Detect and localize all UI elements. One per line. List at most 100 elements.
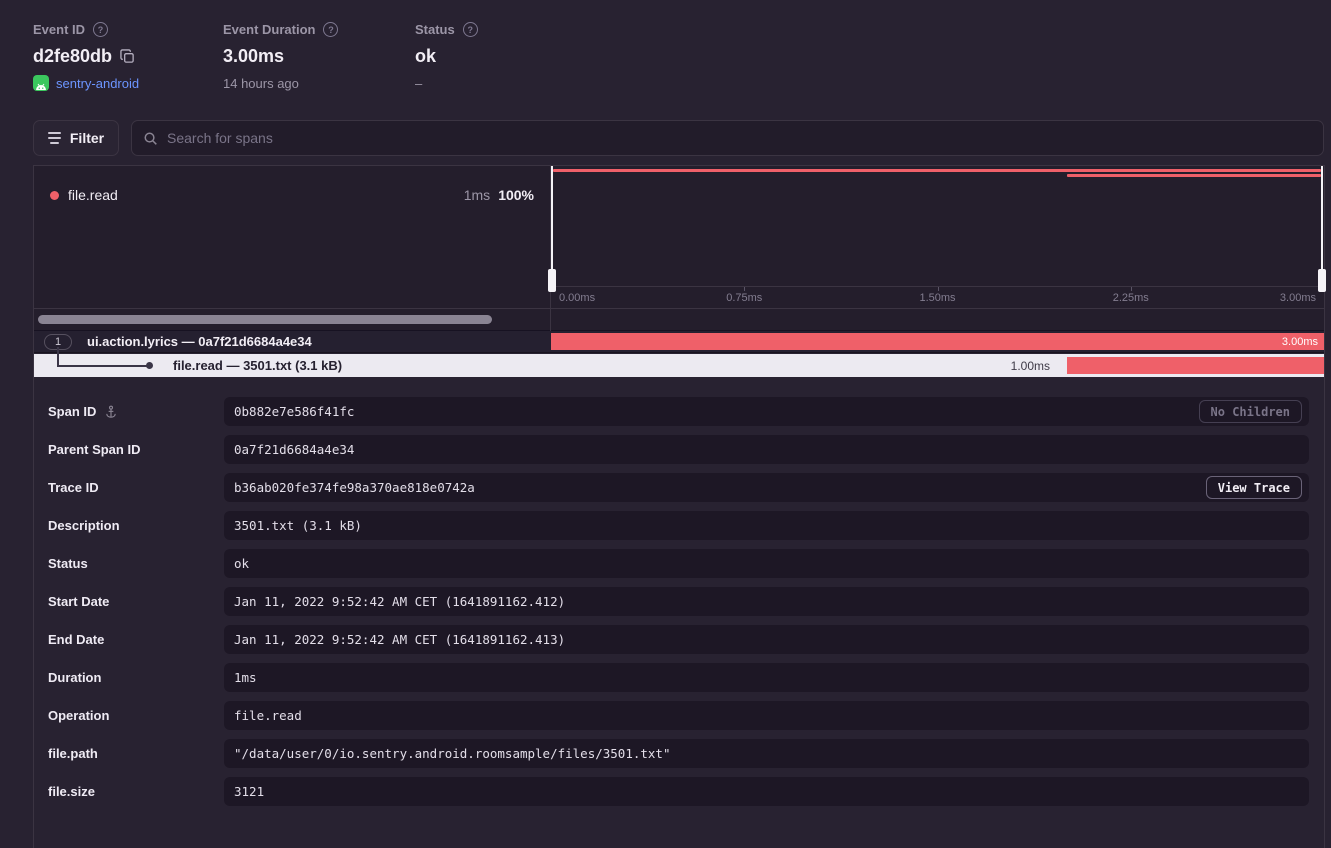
detail-label: Trace ID — [48, 473, 99, 502]
detail-row-parent-span-id: Parent Span ID 0a7f21d6684a4e34 — [34, 435, 1324, 464]
detail-label: file.path — [48, 739, 98, 768]
android-platform-icon — [33, 75, 49, 91]
help-icon[interactable]: ? — [323, 22, 338, 37]
anchor-icon[interactable] — [104, 405, 118, 419]
span-row-parent[interactable]: 1 ui.action.lyrics — 0a7f21d6684a4e34 3.… — [34, 331, 1324, 353]
event-duration-value: 3.00ms — [223, 46, 338, 67]
axis-tick-label: 0.00ms — [559, 292, 595, 304]
detail-row-start-date: Start Date Jan 11, 2022 9:52:42 AM CET (… — [34, 587, 1324, 616]
span-row-selected[interactable]: file.read — 3501.txt (3.1 kB) 1.00ms — [34, 354, 1324, 377]
help-icon[interactable]: ? — [463, 22, 478, 37]
detail-label: file.size — [48, 777, 95, 806]
minimap-right-handle[interactable] — [1321, 166, 1323, 292]
event-duration-label-row: Event Duration ? — [223, 22, 338, 37]
span-title: file.read — 3501.txt (3.1 kB) — [173, 354, 342, 377]
detail-label: Description — [48, 511, 120, 540]
event-duration-column: Event Duration ? 3.00ms 14 hours ago — [223, 22, 338, 91]
help-icon[interactable]: ? — [93, 22, 108, 37]
axis-tickmark — [1131, 287, 1132, 291]
event-id-label-row: Event ID ? — [33, 22, 139, 37]
minimap-right-grip[interactable] — [1318, 269, 1326, 292]
detail-value[interactable]: 0a7f21d6684a4e34 — [224, 435, 1309, 464]
detail-label: Parent Span ID — [48, 435, 140, 464]
tree-connector — [57, 365, 149, 367]
event-duration-ago: 14 hours ago — [223, 76, 338, 91]
detail-value[interactable]: Jan 11, 2022 9:52:42 AM CET (1641891162.… — [224, 587, 1309, 616]
detail-label: Duration — [48, 663, 101, 692]
detail-value[interactable]: file.read — [224, 701, 1309, 730]
span-duration-bar[interactable]: 3.00ms — [551, 333, 1324, 350]
filter-icon — [48, 132, 61, 144]
detail-row-span-id: Span ID 0b882e7e586f41fc No Children — [34, 397, 1324, 426]
span-title: ui.action.lyrics — 0a7f21d6684a4e34 — [87, 334, 312, 349]
detail-row-description: Description 3501.txt (3.1 kB) — [34, 511, 1324, 540]
detail-row-file-path: file.path "/data/user/0/io.sentry.androi… — [34, 739, 1324, 768]
detail-label: Span ID — [48, 404, 96, 419]
project-link[interactable]: sentry-android — [56, 76, 139, 91]
detail-label: Operation — [48, 701, 109, 730]
ops-legend-row[interactable]: file.read 1ms 100% — [34, 166, 550, 203]
minimap-span-bar — [1067, 174, 1321, 177]
detail-label: Start Date — [48, 587, 109, 616]
detail-value[interactable]: 3501.txt (3.1 kB) — [224, 511, 1309, 540]
detail-value[interactable]: "/data/user/0/io.sentry.android.roomsamp… — [224, 739, 1309, 768]
detail-value[interactable]: 1ms — [224, 663, 1309, 692]
detail-row-trace-id: Trace ID b36ab020fe374fe98a370ae818e0742… — [34, 473, 1324, 502]
axis-tick-label: 3.00ms — [1280, 292, 1316, 304]
axis-tick-label: 2.25ms — [1113, 292, 1149, 304]
op-color-dot — [50, 191, 59, 200]
search-input[interactable] — [167, 130, 1312, 146]
status-value: ok — [415, 46, 478, 67]
tree-connector — [57, 347, 59, 365]
detail-value[interactable]: b36ab020fe374fe98a370ae818e0742a View Tr… — [224, 473, 1309, 502]
axis-tickmark — [744, 287, 745, 291]
detail-row-end-date: End Date Jan 11, 2022 9:52:42 AM CET (16… — [34, 625, 1324, 654]
view-trace-button[interactable]: View Trace — [1206, 476, 1302, 499]
op-duration: 1ms — [464, 187, 490, 203]
op-name: file.read — [68, 187, 118, 203]
span-details-panel: Span ID 0b882e7e586f41fc No Children Par… — [34, 377, 1324, 848]
filter-button-label: Filter — [70, 130, 104, 146]
span-duration-label: 1.00ms — [551, 354, 1058, 377]
search-icon — [143, 131, 158, 146]
tree-node-dot — [146, 362, 153, 369]
status-column: Status ? ok – — [415, 22, 478, 91]
trace-minimap[interactable] — [551, 166, 1324, 286]
tree-scroll-row — [34, 308, 1324, 331]
detail-value[interactable]: 3121 — [224, 777, 1309, 806]
detail-row-operation: Operation file.read — [34, 701, 1324, 730]
ops-breakdown-panel: file.read 1ms 100% — [34, 166, 550, 308]
no-children-button[interactable]: No Children — [1199, 400, 1302, 423]
detail-row-file-size: file.size 3121 — [34, 777, 1324, 806]
event-id-value: d2fe80db — [33, 46, 112, 67]
op-stats: 1ms 100% — [464, 187, 534, 203]
minimap-left-handle[interactable] — [551, 166, 553, 292]
filter-button[interactable]: Filter — [33, 120, 119, 156]
axis-tick-label: 0.75ms — [726, 292, 762, 304]
detail-label: End Date — [48, 625, 104, 654]
detail-label: Status — [48, 549, 88, 578]
detail-row-duration: Duration 1ms — [34, 663, 1324, 692]
toolbar: Filter — [33, 120, 1324, 156]
span-row-left: 1 ui.action.lyrics — 0a7f21d6684a4e34 — [34, 331, 312, 352]
copy-icon[interactable] — [120, 49, 135, 64]
axis-tick-label: 1.50ms — [919, 292, 955, 304]
event-id-value-row: d2fe80db — [33, 46, 139, 67]
time-axis: 0.00ms 0.75ms 1.50ms 2.25ms 3.00ms — [551, 286, 1324, 308]
status-label: Status — [415, 22, 455, 37]
detail-value[interactable]: Jan 11, 2022 9:52:42 AM CET (1641891162.… — [224, 625, 1309, 654]
minimap-left-grip[interactable] — [548, 269, 556, 292]
minimap-span-bar — [553, 169, 1321, 172]
span-search[interactable] — [131, 120, 1324, 156]
op-percent: 100% — [498, 187, 534, 203]
event-id-label: Event ID — [33, 22, 85, 37]
span-duration-bar[interactable] — [1067, 357, 1324, 374]
detail-value[interactable]: 0b882e7e586f41fc No Children — [224, 397, 1309, 426]
event-id-column: Event ID ? d2fe80db sentry-android — [33, 22, 139, 91]
horizontal-scrollbar[interactable] — [38, 315, 492, 324]
detail-value[interactable]: ok — [224, 549, 1309, 578]
status-label-row: Status ? — [415, 22, 478, 37]
detail-row-status: Status ok — [34, 549, 1324, 578]
span-bar-label: 3.00ms — [1282, 336, 1318, 348]
event-duration-label: Event Duration — [223, 22, 315, 37]
